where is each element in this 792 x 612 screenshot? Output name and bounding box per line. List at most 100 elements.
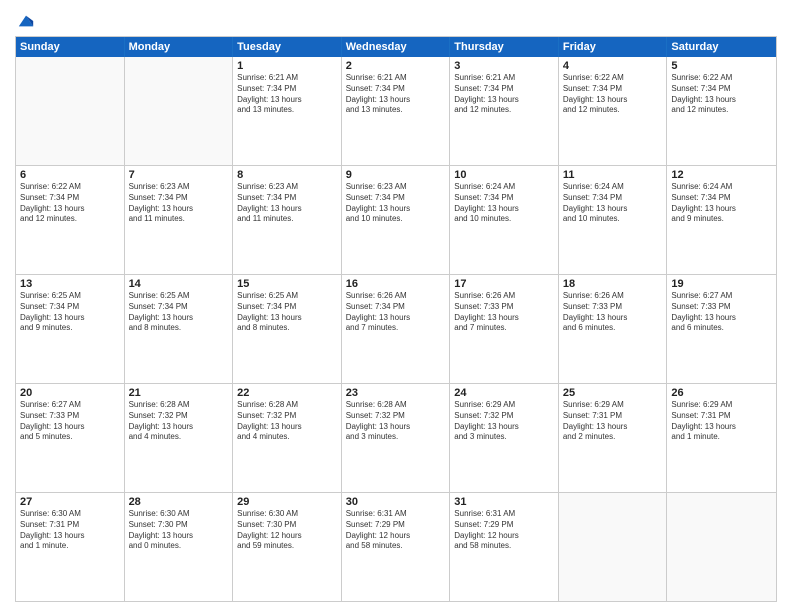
cell-text: Sunrise: 6:28 AM Sunset: 7:32 PM Dayligh… (237, 400, 337, 443)
cell-text: Sunrise: 6:23 AM Sunset: 7:34 PM Dayligh… (129, 182, 229, 225)
calendar-cell: 1Sunrise: 6:21 AM Sunset: 7:34 PM Daylig… (233, 57, 342, 165)
cell-text: Sunrise: 6:22 AM Sunset: 7:34 PM Dayligh… (671, 73, 772, 116)
cell-text: Sunrise: 6:30 AM Sunset: 7:30 PM Dayligh… (129, 509, 229, 552)
day-number: 30 (346, 496, 446, 508)
cell-text: Sunrise: 6:22 AM Sunset: 7:34 PM Dayligh… (20, 182, 120, 225)
calendar-cell: 4Sunrise: 6:22 AM Sunset: 7:34 PM Daylig… (559, 57, 668, 165)
day-number: 25 (563, 387, 663, 399)
calendar-cell: 19Sunrise: 6:27 AM Sunset: 7:33 PM Dayli… (667, 275, 776, 383)
calendar-cell: 22Sunrise: 6:28 AM Sunset: 7:32 PM Dayli… (233, 384, 342, 492)
header-day-wednesday: Wednesday (342, 37, 451, 57)
calendar-cell: 14Sunrise: 6:25 AM Sunset: 7:34 PM Dayli… (125, 275, 234, 383)
cell-text: Sunrise: 6:24 AM Sunset: 7:34 PM Dayligh… (563, 182, 663, 225)
day-number: 20 (20, 387, 120, 399)
header-day-friday: Friday (559, 37, 668, 57)
day-number: 8 (237, 169, 337, 181)
calendar-cell: 7Sunrise: 6:23 AM Sunset: 7:34 PM Daylig… (125, 166, 234, 274)
day-number: 4 (563, 60, 663, 72)
calendar-cell: 12Sunrise: 6:24 AM Sunset: 7:34 PM Dayli… (667, 166, 776, 274)
day-number: 10 (454, 169, 554, 181)
header-day-thursday: Thursday (450, 37, 559, 57)
day-number: 29 (237, 496, 337, 508)
cell-text: Sunrise: 6:21 AM Sunset: 7:34 PM Dayligh… (346, 73, 446, 116)
logo-icon (17, 12, 35, 30)
calendar-week-0: 1Sunrise: 6:21 AM Sunset: 7:34 PM Daylig… (16, 57, 776, 166)
day-number: 26 (671, 387, 772, 399)
calendar-cell (16, 57, 125, 165)
day-number: 28 (129, 496, 229, 508)
calendar-cell (125, 57, 234, 165)
calendar-cell: 17Sunrise: 6:26 AM Sunset: 7:33 PM Dayli… (450, 275, 559, 383)
calendar-cell: 10Sunrise: 6:24 AM Sunset: 7:34 PM Dayli… (450, 166, 559, 274)
day-number: 6 (20, 169, 120, 181)
cell-text: Sunrise: 6:25 AM Sunset: 7:34 PM Dayligh… (129, 291, 229, 334)
calendar-cell: 16Sunrise: 6:26 AM Sunset: 7:34 PM Dayli… (342, 275, 451, 383)
day-number: 2 (346, 60, 446, 72)
day-number: 19 (671, 278, 772, 290)
cell-text: Sunrise: 6:22 AM Sunset: 7:34 PM Dayligh… (563, 73, 663, 116)
cell-text: Sunrise: 6:26 AM Sunset: 7:34 PM Dayligh… (346, 291, 446, 334)
day-number: 21 (129, 387, 229, 399)
calendar-cell: 9Sunrise: 6:23 AM Sunset: 7:34 PM Daylig… (342, 166, 451, 274)
day-number: 18 (563, 278, 663, 290)
day-number: 24 (454, 387, 554, 399)
calendar-cell: 21Sunrise: 6:28 AM Sunset: 7:32 PM Dayli… (125, 384, 234, 492)
calendar-cell: 6Sunrise: 6:22 AM Sunset: 7:34 PM Daylig… (16, 166, 125, 274)
cell-text: Sunrise: 6:21 AM Sunset: 7:34 PM Dayligh… (237, 73, 337, 116)
day-number: 1 (237, 60, 337, 72)
cell-text: Sunrise: 6:27 AM Sunset: 7:33 PM Dayligh… (671, 291, 772, 334)
cell-text: Sunrise: 6:26 AM Sunset: 7:33 PM Dayligh… (563, 291, 663, 334)
day-number: 14 (129, 278, 229, 290)
calendar-week-1: 6Sunrise: 6:22 AM Sunset: 7:34 PM Daylig… (16, 166, 776, 275)
day-number: 3 (454, 60, 554, 72)
calendar-cell (559, 493, 668, 601)
calendar-week-4: 27Sunrise: 6:30 AM Sunset: 7:31 PM Dayli… (16, 493, 776, 601)
calendar-cell: 28Sunrise: 6:30 AM Sunset: 7:30 PM Dayli… (125, 493, 234, 601)
cell-text: Sunrise: 6:25 AM Sunset: 7:34 PM Dayligh… (20, 291, 120, 334)
cell-text: Sunrise: 6:27 AM Sunset: 7:33 PM Dayligh… (20, 400, 120, 443)
day-number: 23 (346, 387, 446, 399)
calendar-cell: 13Sunrise: 6:25 AM Sunset: 7:34 PM Dayli… (16, 275, 125, 383)
day-number: 7 (129, 169, 229, 181)
calendar-cell: 27Sunrise: 6:30 AM Sunset: 7:31 PM Dayli… (16, 493, 125, 601)
calendar-cell: 2Sunrise: 6:21 AM Sunset: 7:34 PM Daylig… (342, 57, 451, 165)
calendar-cell: 3Sunrise: 6:21 AM Sunset: 7:34 PM Daylig… (450, 57, 559, 165)
cell-text: Sunrise: 6:24 AM Sunset: 7:34 PM Dayligh… (454, 182, 554, 225)
day-number: 5 (671, 60, 772, 72)
day-number: 31 (454, 496, 554, 508)
cell-text: Sunrise: 6:28 AM Sunset: 7:32 PM Dayligh… (346, 400, 446, 443)
header-day-sunday: Sunday (16, 37, 125, 57)
calendar-week-2: 13Sunrise: 6:25 AM Sunset: 7:34 PM Dayli… (16, 275, 776, 384)
calendar-cell: 26Sunrise: 6:29 AM Sunset: 7:31 PM Dayli… (667, 384, 776, 492)
header-day-tuesday: Tuesday (233, 37, 342, 57)
day-number: 11 (563, 169, 663, 181)
cell-text: Sunrise: 6:26 AM Sunset: 7:33 PM Dayligh… (454, 291, 554, 334)
header-day-monday: Monday (125, 37, 234, 57)
cell-text: Sunrise: 6:28 AM Sunset: 7:32 PM Dayligh… (129, 400, 229, 443)
day-number: 22 (237, 387, 337, 399)
cell-text: Sunrise: 6:29 AM Sunset: 7:31 PM Dayligh… (563, 400, 663, 443)
day-number: 17 (454, 278, 554, 290)
day-number: 9 (346, 169, 446, 181)
cell-text: Sunrise: 6:23 AM Sunset: 7:34 PM Dayligh… (346, 182, 446, 225)
calendar-cell: 8Sunrise: 6:23 AM Sunset: 7:34 PM Daylig… (233, 166, 342, 274)
calendar-cell: 23Sunrise: 6:28 AM Sunset: 7:32 PM Dayli… (342, 384, 451, 492)
calendar-cell: 30Sunrise: 6:31 AM Sunset: 7:29 PM Dayli… (342, 493, 451, 601)
cell-text: Sunrise: 6:30 AM Sunset: 7:30 PM Dayligh… (237, 509, 337, 552)
calendar-cell: 29Sunrise: 6:30 AM Sunset: 7:30 PM Dayli… (233, 493, 342, 601)
calendar-cell: 5Sunrise: 6:22 AM Sunset: 7:34 PM Daylig… (667, 57, 776, 165)
calendar-cell: 31Sunrise: 6:31 AM Sunset: 7:29 PM Dayli… (450, 493, 559, 601)
calendar-cell: 18Sunrise: 6:26 AM Sunset: 7:33 PM Dayli… (559, 275, 668, 383)
cell-text: Sunrise: 6:23 AM Sunset: 7:34 PM Dayligh… (237, 182, 337, 225)
cell-text: Sunrise: 6:21 AM Sunset: 7:34 PM Dayligh… (454, 73, 554, 116)
page: SundayMondayTuesdayWednesdayThursdayFrid… (0, 0, 792, 612)
calendar-header: SundayMondayTuesdayWednesdayThursdayFrid… (16, 37, 776, 57)
calendar-week-3: 20Sunrise: 6:27 AM Sunset: 7:33 PM Dayli… (16, 384, 776, 493)
calendar-cell: 25Sunrise: 6:29 AM Sunset: 7:31 PM Dayli… (559, 384, 668, 492)
calendar-cell: 11Sunrise: 6:24 AM Sunset: 7:34 PM Dayli… (559, 166, 668, 274)
day-number: 16 (346, 278, 446, 290)
day-number: 12 (671, 169, 772, 181)
logo-text (15, 10, 35, 30)
header (15, 10, 777, 30)
cell-text: Sunrise: 6:24 AM Sunset: 7:34 PM Dayligh… (671, 182, 772, 225)
